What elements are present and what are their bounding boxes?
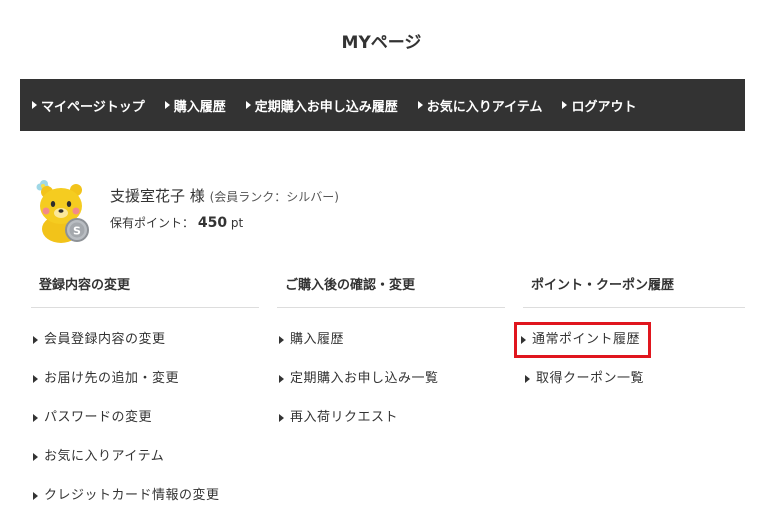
nav-item-subscription-history[interactable]: 定期購入お申し込み履歴	[245, 96, 398, 115]
section-registration: 登録内容の変更 会員登録内容の変更 お届け先の追加・変更 パスワードの変更 お気…	[31, 272, 259, 515]
link-label: パスワードの変更	[44, 410, 153, 425]
triangle-right-icon	[33, 452, 38, 461]
triangle-right-icon	[32, 101, 37, 109]
triangle-right-icon	[279, 413, 284, 422]
link-label: 取得クーポン一覧	[536, 371, 645, 386]
member-name: 支援室花子 様 (会員ランク：シルバー)	[110, 185, 339, 206]
triangle-right-icon	[525, 374, 530, 383]
points-balance: 保有ポイント： 450 pt	[110, 214, 243, 231]
triangle-right-icon	[279, 374, 284, 383]
nav-item-label: お気に入りアイテム	[426, 99, 543, 115]
triangle-right-icon	[245, 101, 251, 109]
triangle-right-icon	[164, 101, 170, 109]
nav-item-label: 購入履歴	[173, 99, 226, 115]
nav-item-mypage-top[interactable]: マイページトップ	[32, 96, 145, 115]
triangle-right-icon	[33, 374, 38, 383]
link-label: お届け先の追加・変更	[44, 371, 180, 386]
highlight-box: 通常ポイント履歴	[513, 321, 652, 358]
section-title: ポイント・クーポン履歴	[523, 272, 745, 308]
triangle-right-icon	[279, 335, 284, 344]
points-value: 450	[197, 215, 228, 231]
nav-item-purchase-history[interactable]: 購入履歴	[164, 96, 226, 115]
link-member-info-change[interactable]: 会員登録内容の変更	[31, 320, 259, 359]
link-credit-card[interactable]: クレジットカード情報の変更	[31, 476, 259, 515]
triangle-right-icon	[562, 101, 568, 109]
section-title: ご購入後の確認・変更	[277, 272, 505, 308]
nav-item-label: マイページトップ	[41, 99, 145, 115]
section-after-purchase: ご購入後の確認・変更 購入履歴 定期購入お申し込み一覧 再入荷リクエスト	[277, 272, 505, 437]
member-rank: (会員ランク：シルバー)	[209, 190, 339, 204]
member-name-text: 支援室花子 様	[110, 187, 205, 205]
nav-item-favorites[interactable]: お気に入りアイテム	[417, 96, 543, 115]
silver-badge-letter: S	[73, 225, 81, 238]
page-title: MYページ	[341, 33, 422, 53]
nav-item-label: 定期購入お申し込み履歴	[254, 99, 398, 115]
link-favorites[interactable]: お気に入りアイテム	[31, 437, 259, 476]
link-label: 会員登録内容の変更	[44, 332, 166, 347]
points-label: 保有ポイント：	[110, 216, 195, 230]
link-label: 通常ポイント履歴	[532, 331, 641, 347]
link-purchase-history[interactable]: 購入履歴	[277, 320, 505, 359]
triangle-right-icon	[417, 101, 423, 109]
top-nav-bar: マイページトップ 購入履歴 定期購入お申し込み履歴 お気に入りアイテム ログアウ…	[20, 79, 745, 131]
triangle-right-icon	[33, 335, 38, 344]
link-label: 購入履歴	[290, 332, 345, 347]
section-title: 登録内容の変更	[31, 272, 259, 308]
section-point-coupon: ポイント・クーポン履歴 通常ポイント履歴 取得クーポン一覧	[513, 272, 745, 398]
triangle-right-icon	[33, 491, 38, 500]
link-restock-request[interactable]: 再入荷リクエスト	[277, 398, 505, 437]
link-delivery-address[interactable]: お届け先の追加・変更	[31, 359, 259, 398]
link-point-history[interactable]: 通常ポイント履歴	[513, 320, 745, 359]
bear-mascot-icon: S	[36, 180, 89, 243]
triangle-right-icon	[33, 413, 38, 422]
link-label: 再入荷リクエスト	[290, 410, 399, 425]
link-password-change[interactable]: パスワードの変更	[31, 398, 259, 437]
link-label: お気に入りアイテム	[44, 449, 165, 464]
nav-item-label: ログアウト	[571, 99, 637, 115]
nav-item-logout[interactable]: ログアウト	[562, 96, 637, 115]
link-label: 定期購入お申し込み一覧	[290, 371, 439, 386]
points-unit: pt	[230, 216, 244, 230]
link-label: クレジットカード情報の変更	[44, 488, 220, 503]
link-subscription-list[interactable]: 定期購入お申し込み一覧	[277, 359, 505, 398]
link-coupon-list[interactable]: 取得クーポン一覧	[523, 359, 745, 398]
triangle-right-icon	[521, 335, 526, 344]
